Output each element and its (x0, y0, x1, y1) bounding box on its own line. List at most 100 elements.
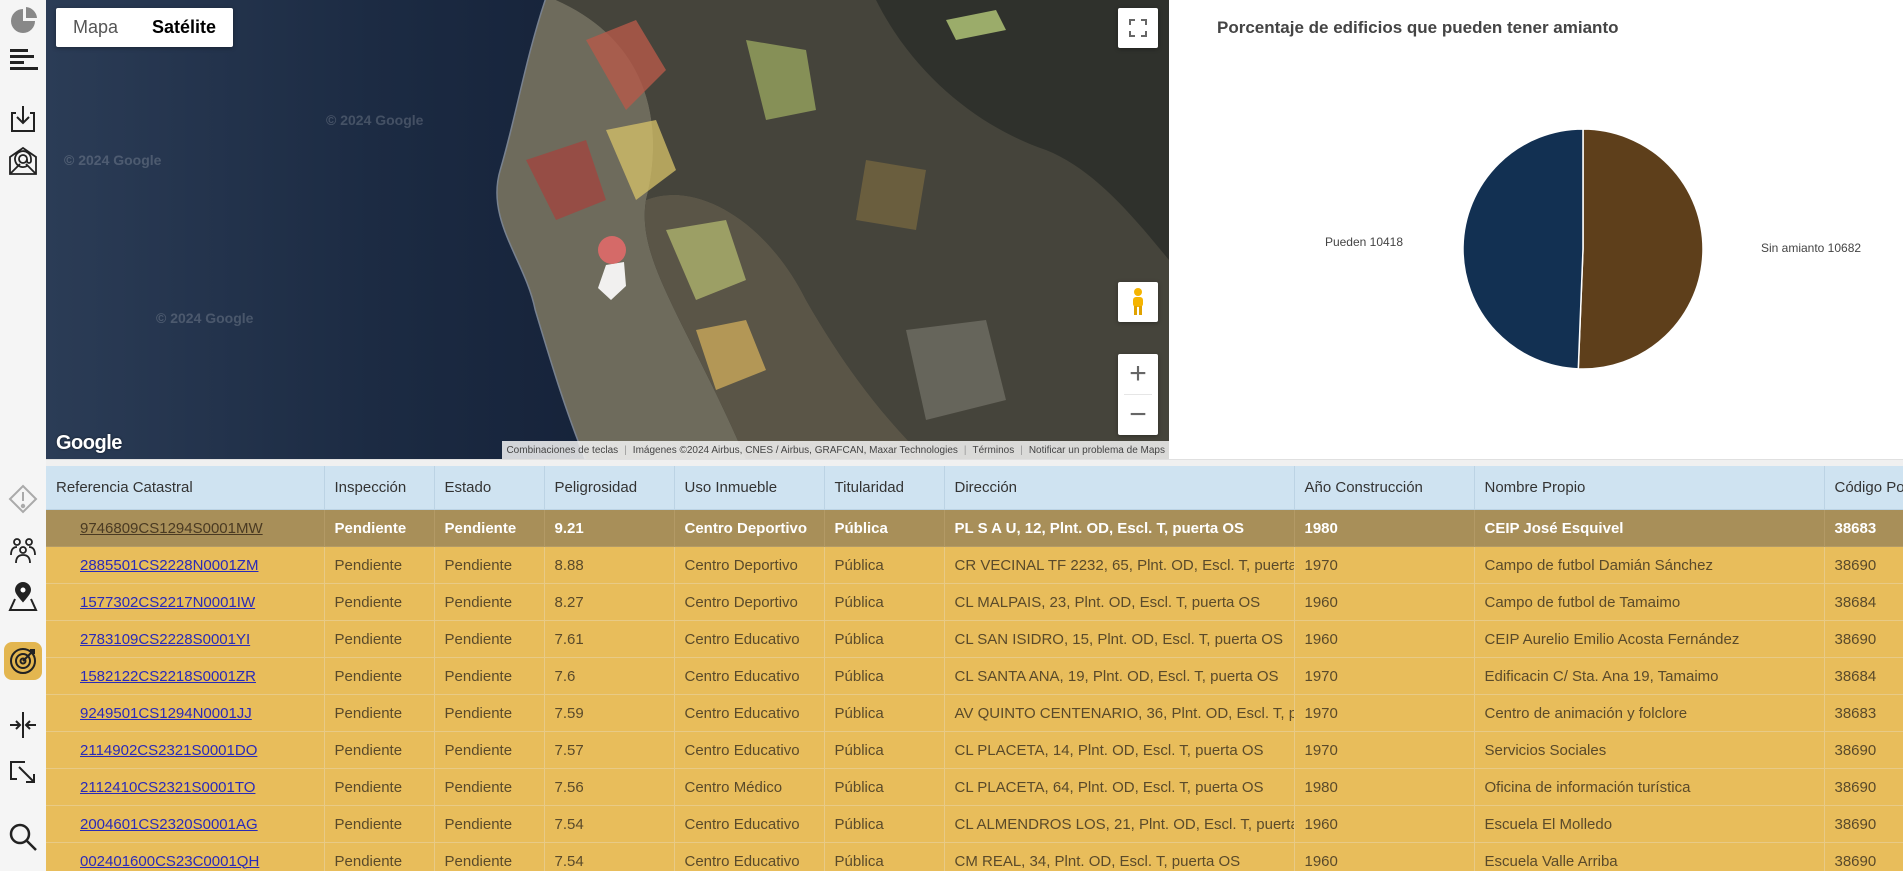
zoom-out-button[interactable]: − (1118, 395, 1158, 435)
cadastral-reference-link[interactable]: 002401600CS23C0001QH (80, 853, 259, 870)
fullscreen-button[interactable] (1118, 8, 1158, 48)
table-cell: Pendiente (434, 620, 545, 658)
map-pin-icon[interactable] (4, 578, 42, 616)
table-cell: Centro Deportivo (674, 546, 825, 584)
warning-icon[interactable] (4, 480, 42, 518)
cadastral-reference-link[interactable]: 2783109CS2228S0001YI (80, 631, 250, 648)
table-cell: 38684 (1824, 657, 1903, 695)
table-cell: Campo de futbol Damián Sánchez (1474, 546, 1825, 584)
table-cell: Servicios Sociales (1474, 731, 1825, 769)
table-cell: AV QUINTO CENTENARIO, 36, Plnt. OD, Escl… (944, 694, 1295, 732)
keyboard-shortcuts-link[interactable]: Combinaciones de teclas (506, 445, 618, 456)
map-type-button[interactable]: Mapa (56, 8, 135, 47)
table-cell: 1970 (1294, 731, 1475, 769)
panel-splitter[interactable] (46, 459, 1903, 466)
cadastral-reference-link[interactable]: 2112410CS2321S0001TO (80, 779, 255, 796)
table-cell: Pendiente (434, 731, 545, 769)
results-table: Referencia Catastral Inspección Estado Peli… (46, 466, 1903, 871)
table-row[interactable]: 2885501CS2228N0001ZM Pendiente Pendiente 8.… (46, 546, 1903, 584)
table-cell: 38690 (1824, 620, 1903, 658)
table-cell: 1960 (1294, 805, 1475, 843)
imagery-credit: Imágenes ©2024 Airbus, CNES / Airbus, GR… (632, 444, 958, 456)
map-view[interactable]: © 2024 Google © 2024 Google © 2024 Googl… (46, 0, 1169, 459)
search-icon[interactable] (4, 818, 42, 856)
cadastral-reference-link[interactable]: 2004601CS2320S0001AG (80, 816, 258, 833)
table-cell: Centro Educativo (674, 805, 825, 843)
table-cell: Centro de animación y folclore (1474, 694, 1825, 732)
table-cell: 1970 (1294, 657, 1475, 695)
table-cell: Pendiente (434, 509, 545, 547)
table-cell: Centro Educativo (674, 731, 825, 769)
table-cell: 1960 (1294, 620, 1475, 658)
terms-link[interactable]: Términos (973, 445, 1015, 456)
satellite-type-button[interactable]: Satélite (135, 8, 233, 47)
column-header[interactable]: Estado (434, 466, 545, 510)
table-cell: 1970 (1294, 546, 1475, 584)
pie-chart-icon[interactable] (4, 2, 42, 40)
column-header[interactable]: Inspección (324, 466, 435, 510)
column-header[interactable]: Dirección (944, 466, 1295, 510)
table-cell: 1980 (1294, 768, 1475, 806)
table-cell: Pendiente (324, 731, 435, 769)
table-row[interactable]: 1582122CS2218S0001ZR Pendiente Pendiente 7.… (46, 657, 1903, 695)
table-row[interactable]: 1577302CS2217N0001IW Pendiente Pendiente 8.… (46, 583, 1903, 621)
pie-slice[interactable] (1462, 128, 1584, 370)
table-cell: 7.57 (544, 731, 675, 769)
column-header[interactable]: Año Construcción (1294, 466, 1475, 510)
table-row[interactable]: 002401600CS23C0001QH Pendiente Pendiente 7.… (46, 842, 1903, 871)
target-icon[interactable] (4, 642, 42, 680)
table-cell: CL PLACETA, 64, Plnt. OD, Escl. T, puert… (944, 768, 1295, 806)
split-vertical-icon[interactable] (4, 706, 42, 744)
table-row[interactable]: 2783109CS2228S0001YI Pendiente Pendiente 7.… (46, 620, 1903, 658)
table-cell: Pública (824, 842, 945, 871)
pie-slice[interactable] (1577, 128, 1704, 370)
zoom-in-button[interactable]: + (1118, 354, 1158, 394)
bar-list-icon[interactable] (4, 40, 42, 78)
table-cell: Pendiente (324, 620, 435, 658)
table-cell: Pendiente (324, 842, 435, 871)
table-row[interactable]: 9249501CS1294N0001JJ Pendiente Pendiente 7.… (46, 694, 1903, 732)
download-icon[interactable] (4, 100, 42, 138)
column-header[interactable]: Referencia Catastral (46, 466, 325, 510)
table-cell: Pública (824, 805, 945, 843)
email-icon[interactable] (4, 142, 42, 180)
cadastral-reference-link[interactable]: 2885501CS2228N0001ZM (80, 557, 258, 574)
table-cell: Pendiente (324, 657, 435, 695)
column-header[interactable]: Uso Inmueble (674, 466, 825, 510)
table-cell: Pendiente (434, 768, 545, 806)
column-header[interactable]: Código Po (1824, 466, 1903, 510)
cadastral-reference-link[interactable]: 1582122CS2218S0001ZR (80, 668, 256, 685)
street-view-button[interactable] (1118, 282, 1158, 322)
table-cell: 1582122CS2218S0001ZR (46, 657, 325, 695)
table-cell: CEIP José Esquivel (1474, 509, 1825, 547)
column-header[interactable]: Titularidad (824, 466, 945, 510)
map-attribution: Combinaciones de teclas | Imágenes ©2024… (502, 441, 1169, 459)
table-cell: Escuela El Molledo (1474, 805, 1825, 843)
table-cell: 1960 (1294, 583, 1475, 621)
table-cell: 9249501CS1294N0001JJ (46, 694, 325, 732)
group-icon[interactable] (4, 530, 42, 568)
table-cell: 38683 (1824, 694, 1903, 732)
table-cell: 38690 (1824, 842, 1903, 871)
table-row[interactable]: 2112410CS2321S0001TO Pendiente Pendiente 7.… (46, 768, 1903, 806)
table-row[interactable]: 9746809CS1294S0001MW Pendiente Pendiente 9.… (46, 509, 1903, 547)
table-cell: Pública (824, 657, 945, 695)
table-row[interactable]: 2004601CS2320S0001AG Pendiente Pendiente 7.… (46, 805, 1903, 843)
cadastral-reference-link[interactable]: 9249501CS1294N0001JJ (80, 705, 252, 722)
table-row[interactable]: 2114902CS2321S0001DO Pendiente Pendiente 7.… (46, 731, 1903, 769)
cadastral-reference-link[interactable]: 9746809CS1294S0001MW (80, 520, 263, 537)
table-cell: Centro Deportivo (674, 509, 825, 547)
table-cell: Centro Deportivo (674, 583, 825, 621)
column-header[interactable]: Peligrosidad (544, 466, 675, 510)
table-cell: Pendiente (434, 657, 545, 695)
table-body: 9746809CS1294S0001MW Pendiente Pendiente 9.… (46, 509, 1903, 871)
table-cell: CL PLACETA, 14, Plnt. OD, Escl. T, puert… (944, 731, 1295, 769)
table-cell: Pendiente (324, 509, 435, 547)
resize-arrow-icon[interactable] (4, 754, 42, 792)
column-header[interactable]: Nombre Propio (1474, 466, 1825, 510)
table-cell: Centro Educativo (674, 657, 825, 695)
cadastral-reference-link[interactable]: 1577302CS2217N0001IW (80, 594, 255, 611)
report-problem-link[interactable]: Notificar un problema de Maps (1029, 445, 1165, 456)
cadastral-reference-link[interactable]: 2114902CS2321S0001DO (80, 742, 257, 759)
table-cell: Pendiente (434, 842, 545, 871)
